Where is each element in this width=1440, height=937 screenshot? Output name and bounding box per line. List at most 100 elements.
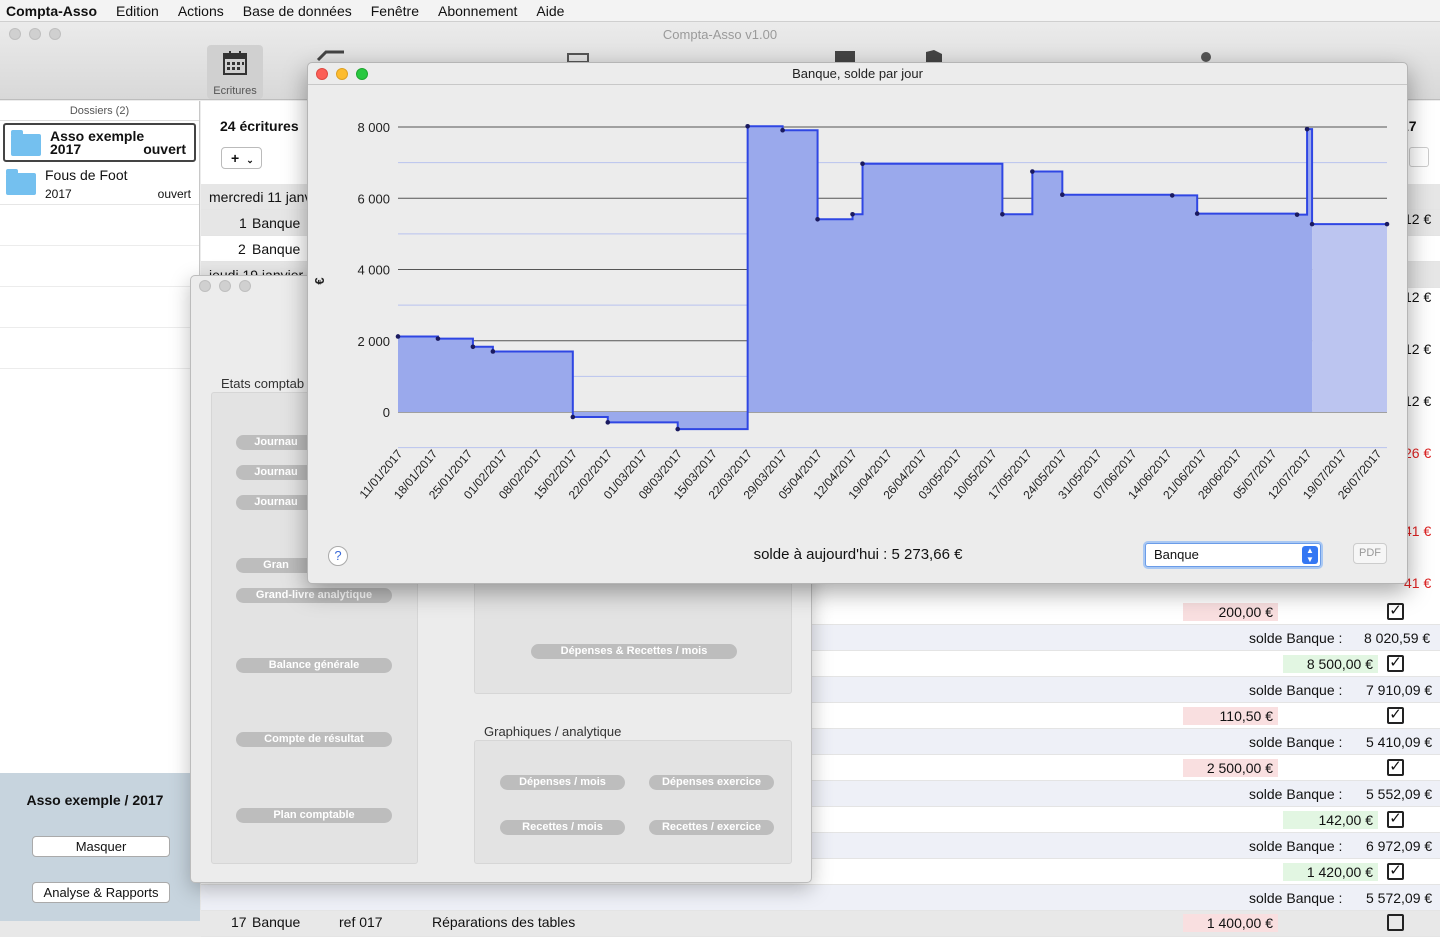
chevron-down-icon: ⌄ (246, 155, 254, 165)
data-point (860, 161, 865, 166)
archive-icon[interactable] (834, 48, 856, 62)
balance-area-future (1312, 224, 1387, 412)
grand-livre-analytique-button[interactable]: Grand-livre analytique (236, 588, 392, 603)
checkbox[interactable] (1387, 914, 1404, 931)
entries-count: 24 écritures (220, 118, 299, 134)
data-point (1304, 126, 1310, 132)
sidebar-empty-row (0, 205, 199, 246)
add-entry-label: + (231, 150, 240, 166)
minimize-button[interactable] (219, 280, 231, 292)
menu-window[interactable]: Fenêtre (371, 3, 419, 19)
toolbar-ecritures-button[interactable]: Ecritures (207, 45, 263, 99)
solde-value: 5 410,09 € (1366, 734, 1433, 750)
plan-comptable-button[interactable]: Plan comptable (236, 808, 392, 823)
entry-account: Banque (252, 914, 301, 930)
zoom-button[interactable] (239, 280, 251, 292)
checked-checkbox[interactable]: ✓ (1387, 759, 1404, 776)
data-point (395, 334, 401, 339)
user-icon[interactable] (1195, 50, 1217, 62)
menu-subscription[interactable]: Abonnement (438, 3, 517, 19)
solde-value: 8 020,59 € (1364, 630, 1431, 646)
amount-credit: 8 500,00 € (1283, 655, 1378, 673)
y-tick-label: 6 000 (357, 191, 390, 206)
depenses-mois-button[interactable]: Dépenses / mois (500, 775, 625, 790)
menu-help[interactable]: Aide (536, 3, 564, 19)
right-value: 26 € (1404, 445, 1432, 461)
right-value: 12 € (1404, 211, 1432, 227)
data-point (1030, 169, 1035, 174)
data-point (470, 344, 476, 350)
checked-checkbox[interactable]: ✓ (1387, 863, 1404, 880)
balance-chart-window: Banque, solde par jour 0 2 000 4 000 6 000 8… (307, 62, 1408, 584)
balance-chart: 02 0004 0006 0008 000€11/01/201718/01/20… (312, 120, 1390, 502)
compte-resultat-button[interactable]: Compte de résultat (236, 732, 392, 747)
amount-debit: 200,00 € (1183, 603, 1278, 621)
chart-window-title: Banque, solde par jour (792, 66, 923, 81)
journal-button[interactable]: Journau (236, 495, 316, 510)
solde-value: 5 552,09 € (1366, 786, 1433, 802)
menu-database[interactable]: Base de données (243, 3, 352, 19)
data-point (490, 349, 496, 354)
checked-checkbox[interactable]: ✓ (1387, 603, 1404, 620)
entry-num: 1 (239, 215, 247, 231)
add-entry-button[interactable]: + ⌄ (221, 147, 262, 169)
grand-livre-button[interactable]: Gran (236, 558, 316, 573)
journal-button[interactable]: Journau (236, 465, 316, 480)
edit-icon[interactable] (316, 50, 346, 62)
menu-actions[interactable]: Actions (178, 3, 224, 19)
data-point (850, 211, 855, 217)
inbox-icon[interactable] (566, 50, 590, 62)
filter-field[interactable] (1409, 147, 1429, 167)
y-axis-label: € (312, 277, 327, 284)
recettes-exercice-button[interactable]: Recettes / exercice (649, 820, 774, 835)
folder-icon (11, 130, 41, 156)
amount-debit: 2 500,00 € (1183, 759, 1278, 777)
dossier-status: ouvert (143, 141, 186, 157)
recettes-mois-button[interactable]: Recettes / mois (500, 820, 625, 835)
right-value: 41 € (1404, 523, 1432, 539)
table-row[interactable]: 17 Banque ref 017 Réparations des tables… (201, 911, 1440, 937)
depenses-recettes-mois-button[interactable]: Dépenses & Recettes / mois (531, 644, 737, 659)
amount-credit: 142,00 € (1283, 811, 1378, 829)
menu-app[interactable]: Compta-Asso (6, 3, 97, 19)
folder-icon[interactable] (924, 48, 946, 62)
entry-num: 2 (238, 241, 246, 257)
entry-num: 17 (231, 914, 247, 930)
group-graphiques (474, 740, 792, 864)
hide-button[interactable]: Masquer (32, 836, 170, 857)
data-point (745, 123, 750, 129)
account-select[interactable]: Banque ▲ ▼ (1145, 543, 1321, 567)
dossier-fous-de-foot[interactable]: Fous de Foot 2017 ouvert (0, 164, 199, 205)
balance-generale-button[interactable]: Balance générale (236, 658, 392, 673)
data-point (780, 127, 785, 133)
chart-titlebar: Banque, solde par jour (308, 63, 1407, 85)
sidebar-header: Dossiers (2) (0, 101, 199, 121)
right-value: 12 € (1404, 393, 1432, 409)
y-tick-label: 0 (383, 405, 390, 420)
journal-button[interactable]: Journau (236, 435, 316, 450)
zoom-button[interactable] (356, 68, 368, 80)
close-button[interactable] (199, 280, 211, 292)
checked-checkbox[interactable]: ✓ (1387, 655, 1404, 672)
menu-edition[interactable]: Edition (116, 3, 159, 19)
depenses-exercice-button[interactable]: Dépenses exercice (649, 775, 774, 790)
right-value: 41 € (1404, 575, 1432, 591)
data-point (435, 336, 441, 341)
solde-value: 6 972,09 € (1366, 838, 1433, 854)
checked-checkbox[interactable]: ✓ (1387, 811, 1404, 828)
dossier-asso-exemple[interactable]: Asso exemple 2017 ouvert (3, 123, 196, 162)
checked-checkbox[interactable]: ✓ (1387, 707, 1404, 724)
data-point (675, 426, 681, 432)
solde-label: solde Banque : (1249, 682, 1343, 698)
y-tick-label: 2 000 (357, 334, 390, 349)
minimize-button[interactable] (336, 68, 348, 80)
right-value: 12 € (1404, 289, 1432, 305)
account-select-value: Banque (1154, 547, 1199, 562)
amount-debit: 1 400,00 € (1183, 914, 1278, 932)
pdf-button[interactable]: PDF (1353, 543, 1387, 564)
help-button[interactable]: ? (328, 546, 348, 566)
close-button[interactable] (316, 68, 328, 80)
solde-value: 7 910,09 € (1366, 682, 1433, 698)
solde-label: solde Banque : (1249, 786, 1343, 802)
dossier-status: ouvert (157, 187, 191, 201)
